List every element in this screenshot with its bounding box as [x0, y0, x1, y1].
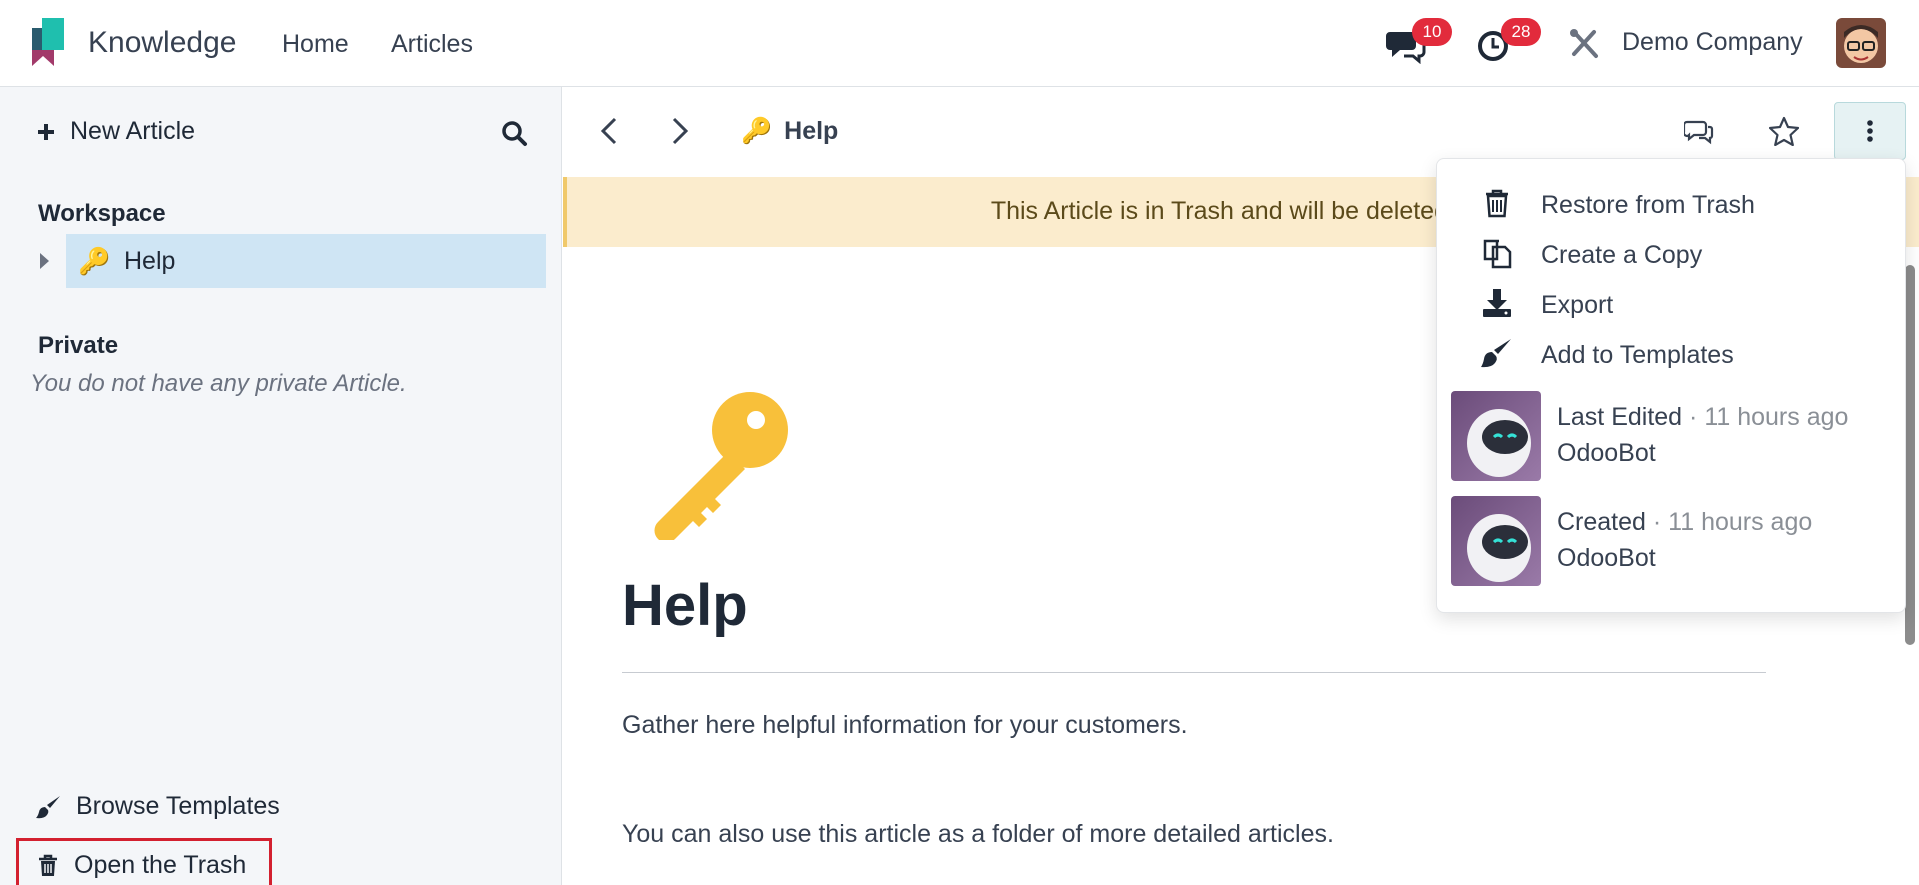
chevron-right-icon — [672, 117, 689, 145]
workspace-section-title: Workspace — [38, 200, 166, 227]
new-article-button[interactable]: New Article — [36, 117, 195, 146]
created-time: · 11 hours ago — [1652, 508, 1813, 536]
create-copy-item[interactable]: Create a Copy — [1437, 229, 1907, 277]
user-avatar[interactable] — [1836, 18, 1886, 68]
search-icon[interactable] — [500, 119, 528, 147]
article-options-dropdown: Restore from Trash Create a Copy Export … — [1436, 158, 1906, 613]
open-trash-label: Open the Trash — [74, 851, 247, 879]
top-navbar: Knowledge Home Articles 10 28 Demo Compa… — [0, 0, 1919, 87]
favorite-button[interactable] — [1762, 109, 1806, 153]
private-section-title: Private — [38, 332, 119, 359]
browse-templates-button[interactable]: Browse Templates — [36, 792, 280, 821]
add-to-templates-item[interactable]: Add to Templates — [1437, 329, 1907, 377]
more-options-button[interactable] — [1834, 102, 1906, 160]
private-empty-text: You do not have any private Article. — [30, 370, 407, 397]
plus-icon — [38, 123, 54, 140]
last-edited-time: · 11 hours ago — [1689, 403, 1849, 431]
restore-from-trash-label: Restore from Trash — [1541, 191, 1755, 219]
created-line: Created · 11 hours ago — [1557, 508, 1812, 537]
title-divider — [622, 672, 1766, 673]
article-paragraph[interactable]: You can also use this article as a folde… — [622, 820, 1334, 849]
add-to-templates-label: Add to Templates — [1541, 341, 1734, 369]
key-icon[interactable] — [640, 390, 790, 540]
created-user: OdooBot — [1557, 544, 1656, 572]
export-label: Export — [1541, 291, 1614, 319]
sidebar-item-help[interactable]: 🔑 Help — [66, 234, 546, 288]
create-copy-label: Create a Copy — [1541, 241, 1703, 269]
sidebar-item-label: Help — [124, 247, 176, 275]
menu-articles[interactable]: Articles — [391, 30, 473, 59]
activities-badge: 28 — [1501, 18, 1541, 46]
key-emoji-icon: 🔑 — [741, 117, 773, 145]
copy-icon — [1483, 239, 1512, 269]
star-icon — [1769, 116, 1799, 146]
company-switcher[interactable]: Demo Company — [1622, 28, 1803, 57]
menu-home[interactable]: Home — [282, 30, 349, 59]
trash-icon — [39, 854, 57, 876]
odoobot-avatar[interactable] — [1451, 391, 1541, 481]
breadcrumb: 🔑 Help — [741, 117, 838, 146]
knowledge-logo-icon[interactable] — [28, 18, 68, 70]
restore-from-trash-item[interactable]: Restore from Trash — [1437, 179, 1907, 227]
debug-tools-icon[interactable] — [1564, 24, 1604, 64]
last-edited-line: Last Edited · 11 hours ago — [1557, 403, 1848, 432]
vertical-dots-icon — [1867, 120, 1873, 142]
app-name[interactable]: Knowledge — [88, 26, 236, 60]
browse-templates-label: Browse Templates — [76, 792, 280, 820]
last-edited-user: OdooBot — [1557, 439, 1656, 467]
forward-button[interactable] — [658, 109, 702, 153]
open-trash-button[interactable]: Open the Trash — [36, 851, 246, 880]
created-label: Created — [1557, 508, 1646, 536]
messages-badge: 10 — [1412, 18, 1452, 46]
comments-icon — [1684, 120, 1714, 145]
trash-icon — [1486, 189, 1508, 218]
download-icon — [1483, 289, 1511, 317]
expand-caret-icon[interactable] — [40, 253, 49, 269]
article-paragraph[interactable]: Gather here helpful information for your… — [622, 711, 1188, 740]
article-title[interactable]: Help — [622, 572, 748, 639]
chatter-button[interactable] — [1677, 109, 1721, 153]
brush-icon — [1481, 339, 1511, 368]
odoobot-avatar[interactable] — [1451, 496, 1541, 586]
key-emoji-icon: 🔑 — [78, 246, 111, 276]
sidebar: New Article Workspace 🔑 Help Private You… — [0, 87, 562, 885]
export-item[interactable]: Export — [1437, 279, 1907, 327]
created-info: Created · 11 hours ago OdooBot — [1451, 496, 1891, 588]
back-button[interactable] — [587, 109, 631, 153]
brush-icon — [36, 795, 60, 818]
breadcrumb-title[interactable]: Help — [784, 117, 838, 146]
last-edited-info: Last Edited · 11 hours ago OdooBot — [1451, 391, 1891, 483]
last-edited-label: Last Edited — [1557, 403, 1683, 431]
new-article-label: New Article — [70, 117, 196, 145]
chevron-left-icon — [600, 117, 617, 145]
